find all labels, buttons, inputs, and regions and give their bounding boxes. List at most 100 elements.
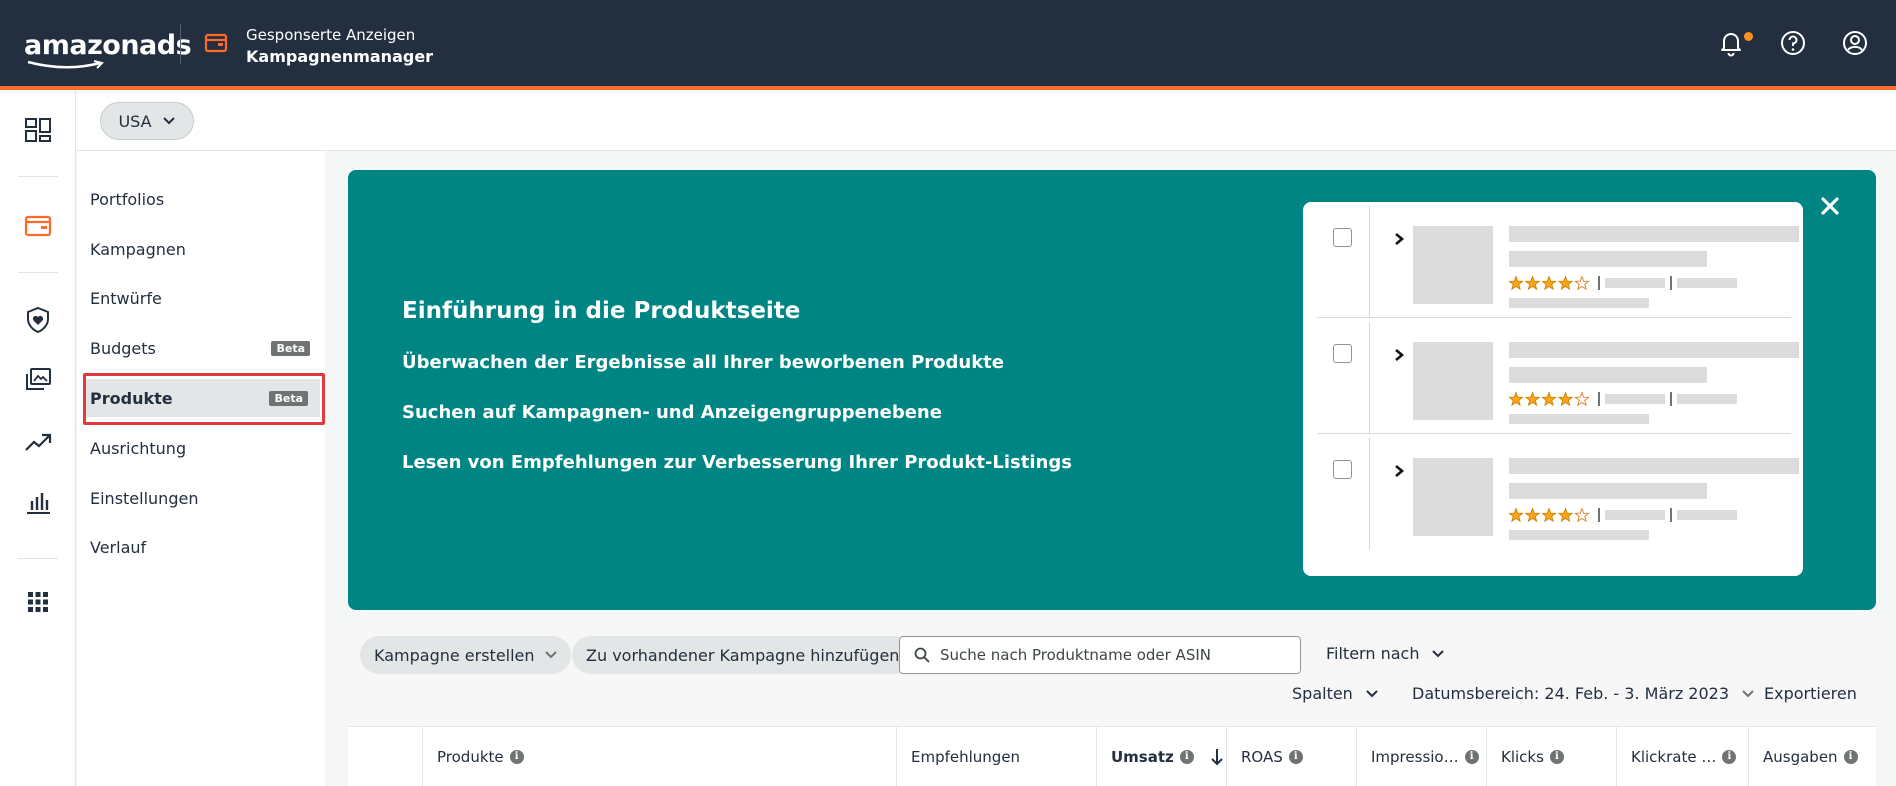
trend-icon[interactable] xyxy=(24,428,52,456)
date-range-picker[interactable]: Datumsbereich: 24. Feb. - 3. März 2023 xyxy=(1412,684,1755,703)
preview-divider xyxy=(1369,206,1370,318)
info-icon[interactable]: i xyxy=(1288,750,1303,764)
placeholder-bar xyxy=(1509,367,1707,383)
placeholder-bar xyxy=(1509,298,1649,308)
star-filled-icon xyxy=(1557,392,1574,406)
preview-row xyxy=(1317,438,1799,550)
column-header-label: Impressio… xyxy=(1371,748,1459,766)
country-selector-label: USA xyxy=(118,111,152,131)
placeholder-bar xyxy=(1509,530,1649,540)
placeholder-bar xyxy=(1509,458,1799,474)
sort-arrow-icon xyxy=(1211,749,1223,766)
nav-item-kampagnen[interactable]: Kampagnen xyxy=(90,230,310,268)
chevron-down-icon xyxy=(1742,690,1754,698)
highlight-box xyxy=(83,373,325,425)
nav-item-label: Budgets xyxy=(90,338,156,358)
placeholder-bar xyxy=(1605,510,1665,520)
media-icon[interactable] xyxy=(24,366,52,394)
nav-item-ausrichtung[interactable]: Ausrichtung xyxy=(90,429,310,467)
column-header-label: Klicks xyxy=(1501,748,1544,766)
shield-icon[interactable] xyxy=(24,306,52,334)
rail-divider xyxy=(18,176,58,177)
star-filled-icon xyxy=(1541,392,1557,406)
campaign-wallet-icon[interactable] xyxy=(24,212,52,240)
filter-dropdown[interactable]: Filtern nach xyxy=(1326,644,1445,663)
column-header-label: Empfehlungen xyxy=(911,748,1021,766)
product-title[interactable]: Kampagnenmanager xyxy=(246,47,433,66)
info-icon[interactable]: i xyxy=(1179,750,1194,764)
country-selector[interactable]: USA xyxy=(100,102,194,140)
star-filled-icon xyxy=(1557,508,1574,522)
nav-item-verlauf[interactable]: Verlauf xyxy=(90,528,310,566)
help-icon[interactable] xyxy=(1778,28,1808,58)
placeholder-bar xyxy=(1509,251,1707,267)
columns-dropdown[interactable]: Spalten xyxy=(1292,684,1379,703)
preview-divider xyxy=(1369,322,1370,434)
nav-item-budgets[interactable]: Budgets Beta xyxy=(90,329,310,367)
nav-item-entwuerfe[interactable]: Entwürfe xyxy=(90,279,310,317)
rating-stars xyxy=(1509,392,1590,406)
select-column-header xyxy=(348,727,422,786)
search-input[interactable] xyxy=(940,646,1300,664)
product-search[interactable] xyxy=(899,636,1301,674)
nav-item-label: Entwürfe xyxy=(90,288,162,308)
nav-item-portfolios[interactable]: Portfolios xyxy=(90,180,310,218)
search-icon xyxy=(914,647,930,663)
nav-item-label: Kampagnen xyxy=(90,239,186,259)
intro-banner: Einführung in die Produktseite Überwache… xyxy=(348,170,1876,610)
info-icon[interactable]: i xyxy=(1549,750,1564,764)
info-icon[interactable]: i xyxy=(1464,750,1479,764)
icon-rail xyxy=(0,90,76,786)
nav-item-label: Ausrichtung xyxy=(90,438,187,458)
close-icon[interactable] xyxy=(1818,194,1842,218)
account-icon[interactable] xyxy=(1840,28,1870,58)
star-filled-icon xyxy=(1509,392,1524,406)
star-filled-icon xyxy=(1509,508,1524,522)
placeholder-bar xyxy=(1677,510,1737,520)
column-header-klicks[interactable]: Klicks i xyxy=(1486,727,1616,786)
star-empty-icon xyxy=(1574,392,1590,406)
placeholder-bar xyxy=(1677,278,1737,288)
amazon-ads-logo[interactable]: amazonads xyxy=(24,30,192,61)
column-header-roas[interactable]: ROAS i xyxy=(1226,727,1356,786)
add-to-campaign-button[interactable]: Zu vorhandener Kampagne hinzufügen xyxy=(572,636,914,674)
create-campaign-button[interactable]: Kampagne erstellen xyxy=(360,636,571,674)
placeholder-bar xyxy=(1509,342,1799,358)
filter-label: Filtern nach xyxy=(1326,644,1420,663)
column-header-empfehlungen[interactable]: Empfehlungen xyxy=(896,727,1096,786)
product-image-placeholder xyxy=(1413,226,1493,304)
chevron-down-icon xyxy=(1432,650,1445,658)
preview-row xyxy=(1317,322,1799,434)
placeholder-separator xyxy=(1670,508,1672,522)
placeholder-separator xyxy=(1670,392,1672,406)
info-icon[interactable]: i xyxy=(1843,750,1858,764)
create-campaign-label: Kampagne erstellen xyxy=(374,645,535,665)
nav-item-einstellungen[interactable]: Einstellungen xyxy=(90,479,310,517)
preview-checkbox xyxy=(1333,460,1352,479)
preview-checkbox xyxy=(1333,344,1352,363)
export-label: Exportieren xyxy=(1764,684,1857,703)
bar-chart-icon[interactable] xyxy=(24,488,52,516)
placeholder-bar xyxy=(1605,278,1665,288)
placeholder-separator xyxy=(1670,276,1672,290)
dashboard-icon[interactable] xyxy=(24,116,52,144)
product-image-placeholder xyxy=(1413,458,1493,536)
notification-dot xyxy=(1744,32,1753,41)
info-icon[interactable]: i xyxy=(1722,750,1737,764)
add-to-campaign-label: Zu vorhandener Kampagne hinzufügen xyxy=(586,645,900,665)
star-filled-icon xyxy=(1541,276,1557,290)
star-filled-icon xyxy=(1541,508,1557,522)
bell-icon[interactable] xyxy=(1716,28,1746,58)
star-filled-icon xyxy=(1509,276,1524,290)
apps-grid-icon[interactable] xyxy=(24,588,52,616)
column-header-impressionen[interactable]: Impressio… i xyxy=(1356,727,1486,786)
column-header-ausgaben[interactable]: Ausgaben i xyxy=(1748,727,1876,786)
column-header-umsatz[interactable]: Umsatz i xyxy=(1096,727,1226,786)
column-header-klickrate[interactable]: Klickrate … i xyxy=(1616,727,1748,786)
info-icon[interactable]: i xyxy=(509,750,524,764)
header-divider xyxy=(180,24,181,64)
logo-smile-icon xyxy=(27,60,104,69)
export-button[interactable]: Exportieren xyxy=(1764,684,1857,703)
column-header-produkte[interactable]: Produkte i xyxy=(422,727,896,786)
nav-item-label: Einstellungen xyxy=(90,488,199,508)
